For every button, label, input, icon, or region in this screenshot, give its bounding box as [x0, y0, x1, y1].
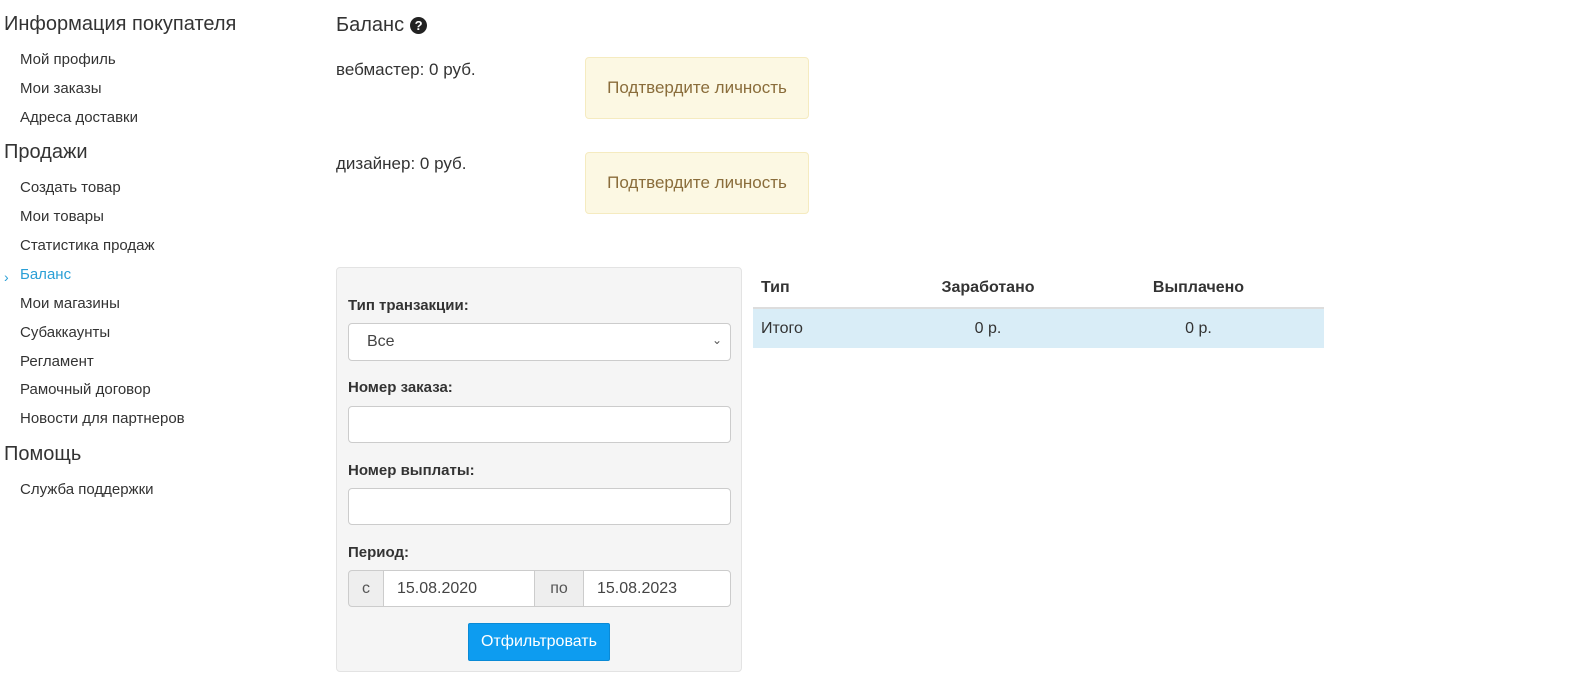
- transaction-type-label: Тип транзакции:: [348, 297, 469, 314]
- period-label: Период:: [348, 544, 409, 561]
- question-circle-icon[interactable]: ?: [410, 17, 428, 34]
- balance-designer: дизайнер: 0 руб.: [336, 154, 467, 173]
- page-title-text: Баланс: [336, 14, 405, 36]
- period-range: с 15.08.2020 по 15.08.2023: [348, 570, 731, 607]
- table-cell-earned: 0 р.: [903, 308, 1073, 348]
- chevron-down-icon: ⌄: [711, 333, 722, 347]
- sidebar-item-my-shops[interactable]: Мои магазины: [20, 295, 120, 312]
- transactions-table: Тип Заработано Выплачено Итого 0 р. 0 р.: [753, 268, 1324, 348]
- sidebar-item-my-profile[interactable]: Мой профиль: [20, 51, 116, 68]
- filter-panel: Тип транзакции: Все ⌄ Номер заказа: Номе…: [336, 267, 742, 672]
- sidebar-item-regulations[interactable]: Регламент: [20, 353, 94, 370]
- sidebar-item-my-products[interactable]: Мои товары: [20, 208, 104, 225]
- transaction-type-select[interactable]: Все ⌄: [348, 323, 731, 361]
- sidebar-item-create-product[interactable]: Создать товар: [20, 179, 121, 196]
- column-header-earned: Заработано: [903, 268, 1073, 309]
- table-cell-type: Итого: [753, 308, 903, 348]
- verify-identity-alert[interactable]: Подтвердите личность: [585, 57, 809, 119]
- verify-identity-text: Подтвердите личность: [607, 173, 787, 192]
- table-header-row: Тип Заработано Выплачено: [753, 268, 1324, 309]
- payout-number-input[interactable]: [348, 488, 731, 525]
- chevron-right-icon: ›: [4, 269, 9, 285]
- sidebar-item-balance[interactable]: Баланс: [20, 266, 71, 283]
- sidebar-item-framework-agreement[interactable]: Рамочный договор: [20, 381, 151, 398]
- transaction-type-value: Все: [367, 333, 395, 350]
- balance-webmaster: вебмастер: 0 руб.: [336, 60, 476, 79]
- verify-identity-alert[interactable]: Подтвердите личность: [585, 152, 809, 214]
- payout-number-label: Номер выплаты:: [348, 462, 475, 479]
- column-header-paid: Выплачено: [1073, 268, 1324, 309]
- sidebar-item-delivery-addresses[interactable]: Адреса доставки: [20, 109, 138, 126]
- filter-submit-button[interactable]: Отфильтровать: [468, 623, 610, 661]
- sidebar-item-sales-stats[interactable]: Статистика продаж: [20, 237, 155, 254]
- order-number-label: Номер заказа:: [348, 379, 453, 396]
- sidebar-item-support[interactable]: Служба поддержки: [20, 481, 154, 498]
- period-to-addon: по: [535, 570, 583, 607]
- sidebar-item-subaccounts[interactable]: Субаккаунты: [20, 324, 110, 341]
- page-title: Баланс ?: [336, 14, 428, 37]
- sidebar-heading-help: Помощь: [4, 443, 82, 465]
- column-header-type: Тип: [753, 268, 903, 309]
- period-from-addon: с: [348, 570, 384, 607]
- sidebar-item-partner-news[interactable]: Новости для партнеров: [20, 410, 185, 427]
- table-cell-paid: 0 р.: [1073, 308, 1324, 348]
- sidebar-heading-sales: Продажи: [4, 141, 88, 163]
- period-to-input[interactable]: 15.08.2023: [583, 570, 731, 607]
- order-number-input[interactable]: [348, 406, 731, 443]
- sidebar-item-my-orders[interactable]: Мои заказы: [20, 80, 102, 97]
- sidebar-heading-buyer-info: Информация покупателя: [4, 13, 237, 35]
- verify-identity-text: Подтвердите личность: [607, 78, 787, 97]
- period-from-input[interactable]: 15.08.2020: [384, 570, 535, 607]
- table-row-total: Итого 0 р. 0 р.: [753, 308, 1324, 348]
